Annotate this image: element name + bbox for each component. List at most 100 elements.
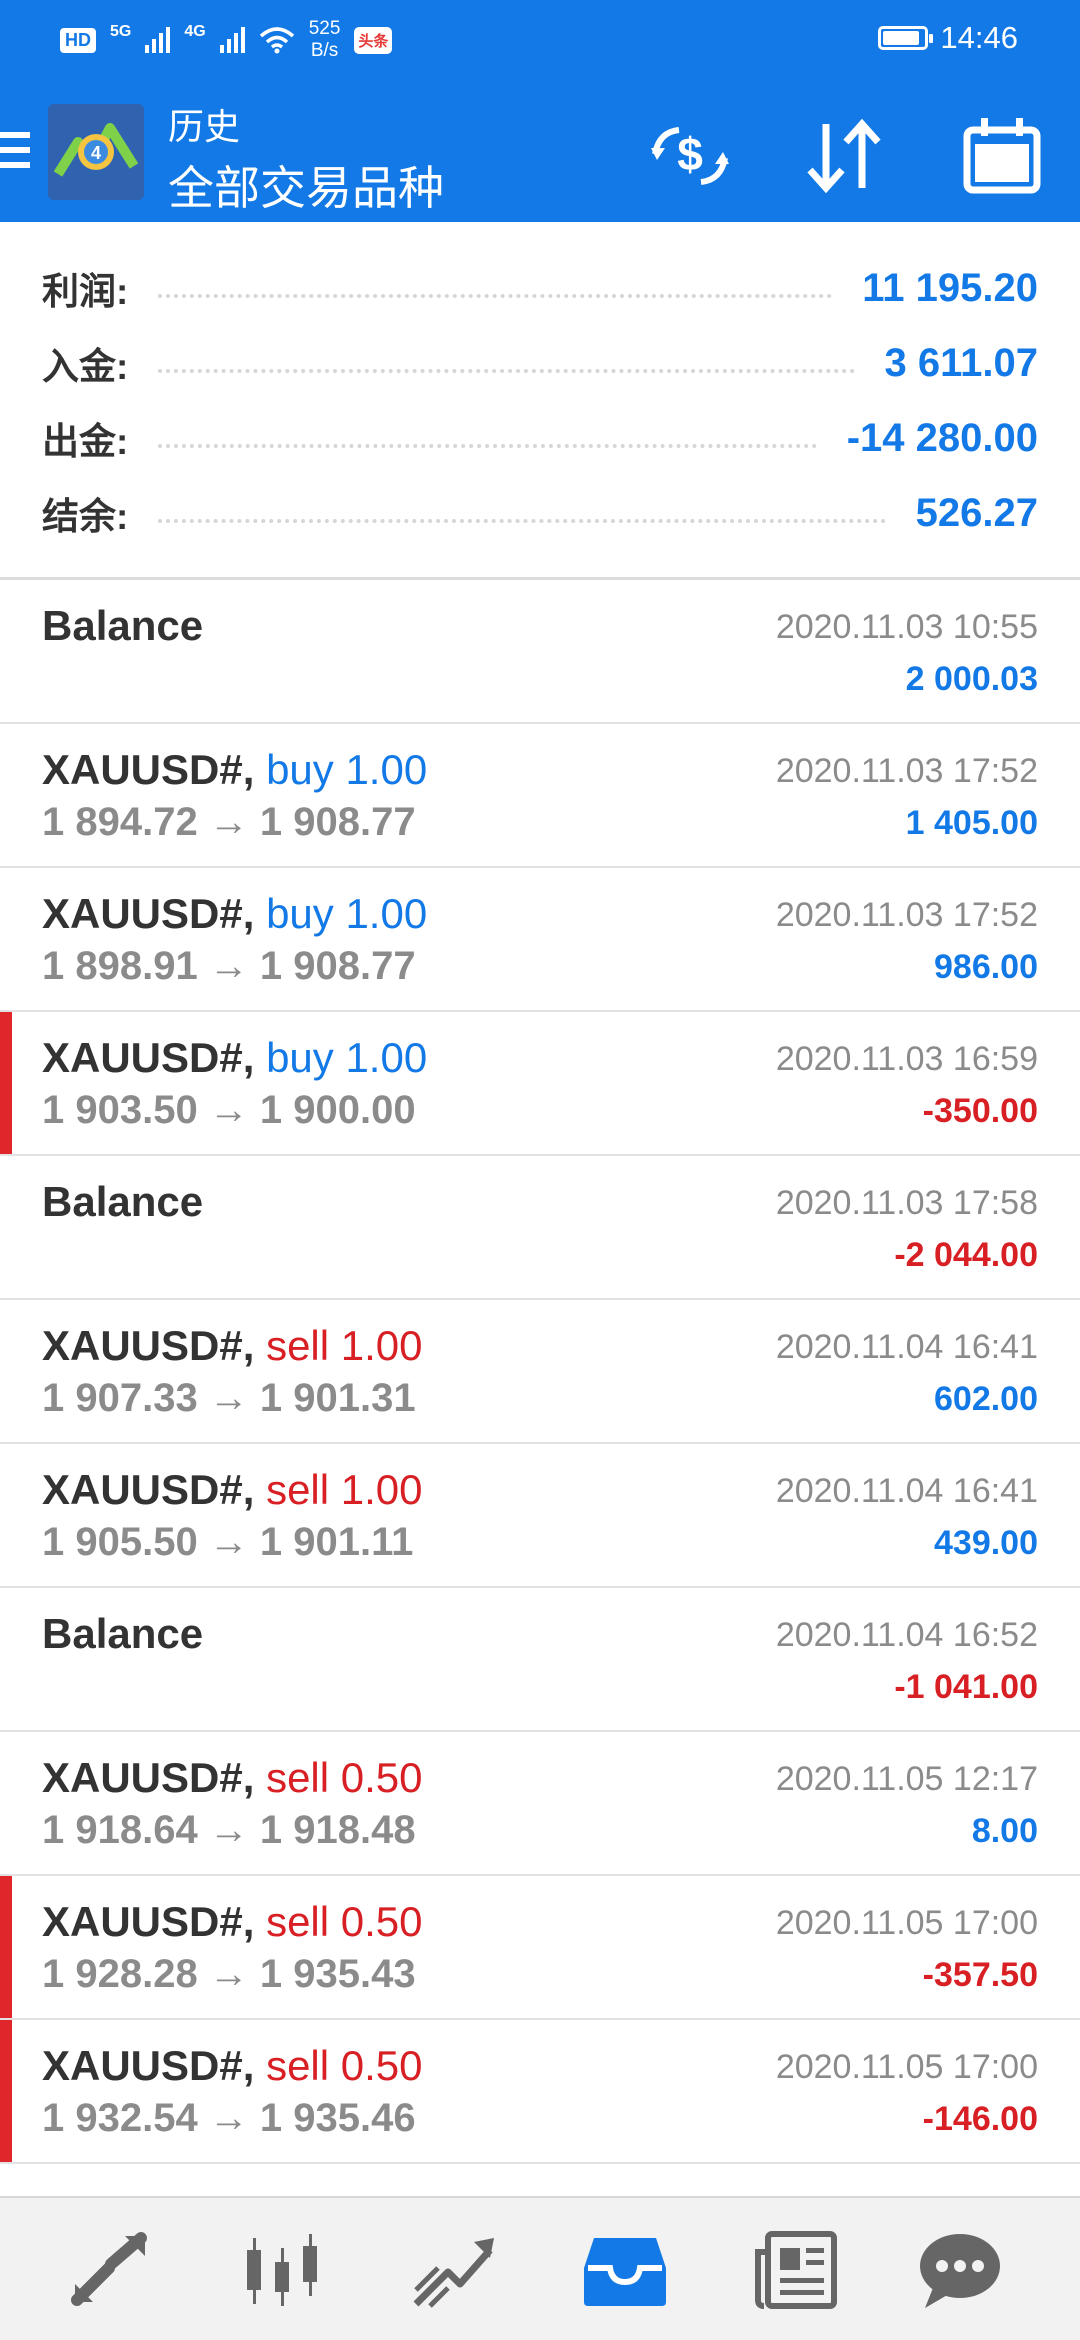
- row-date: 2020.11.04 16:41: [775, 1472, 1038, 1510]
- network-5g-label: 5G: [110, 23, 132, 40]
- summary-value: 3 611.07: [884, 340, 1039, 385]
- row-prices: 1 932.54 → 1 935.46: [42, 2096, 416, 2140]
- row-title: XAUUSD#, sell 1.00: [42, 1466, 423, 1514]
- symbol-filter-label[interactable]: 全部交易品种: [168, 152, 444, 218]
- row-profit: -1 041.00: [894, 1668, 1038, 1706]
- trade-row[interactable]: XAUUSD#, buy 1.00 1 894.72 → 1 908.77 2020…: [0, 724, 1080, 868]
- row-title: XAUUSD#, buy 1.00: [42, 890, 427, 938]
- balance-row[interactable]: Balance 2020.11.03 17:58 -2 044.00: [0, 1156, 1080, 1300]
- row-title: XAUUSD#, sell 0.50: [42, 1898, 423, 1946]
- balance-row[interactable]: Balance 2020.11.04 16:52 -1 041.00: [0, 1588, 1080, 1732]
- row-profit: -350.00: [922, 1092, 1038, 1130]
- trade-row[interactable]: XAUUSD#, sell 0.50 1 932.54 → 1 935.46 202…: [0, 2020, 1080, 2164]
- network-4g-label: 4G: [184, 23, 206, 40]
- row-profit: 8.00: [971, 1812, 1038, 1850]
- trade-row[interactable]: XAUUSD#, sell 0.50 1 918.64 → 1 918.48 202…: [0, 1732, 1080, 1876]
- row-symbol: XAUUSD#,: [42, 746, 255, 793]
- summary-value: 526.27: [915, 490, 1038, 535]
- row-symbol: XAUUSD#,: [42, 1754, 255, 1801]
- summary-label: 结余:: [42, 496, 129, 537]
- row-date: 2020.11.04 16:41: [775, 1328, 1038, 1366]
- summary-value: 11 195.20: [862, 265, 1038, 310]
- row-title: XAUUSD#, sell 1.00: [42, 1322, 423, 1370]
- news-icon[interactable]: [752, 2228, 842, 2312]
- row-title: XAUUSD#, sell 0.50: [42, 2042, 423, 2090]
- calendar-icon[interactable]: [957, 116, 1047, 196]
- chat-icon[interactable]: [915, 2228, 1005, 2312]
- row-prices: 1 918.64 → 1 918.48: [42, 1808, 416, 1852]
- quotes-icon[interactable]: [65, 2228, 155, 2312]
- row-symbol: XAUUSD#,: [42, 1034, 255, 1081]
- row-title: XAUUSD#, buy 1.00: [42, 1034, 427, 1082]
- sort-icon[interactable]: [800, 116, 890, 196]
- chart-icon[interactable]: [237, 2228, 327, 2312]
- app-bar: 4 历史 全部交易品种 $: [0, 92, 1080, 222]
- history-icon[interactable]: [580, 2228, 670, 2312]
- row-side: sell 0.50: [266, 1754, 423, 1801]
- row-title: XAUUSD#, sell 0.50: [42, 1754, 423, 1802]
- summary-label: 入金:: [42, 346, 129, 387]
- row-profit: 986.00: [934, 948, 1038, 986]
- clock: 14:46: [940, 20, 1018, 55]
- trade-row[interactable]: XAUUSD#, buy 1.00 1 898.91 → 1 908.77 2020…: [0, 868, 1080, 1012]
- row-date: 2020.11.05 17:00: [775, 2048, 1038, 2086]
- row-date: 2020.11.03 17:58: [775, 1184, 1038, 1222]
- row-prices: 1 898.91 → 1 908.77: [42, 944, 416, 988]
- summary-profit-row: 利润: 11 195.20: [42, 258, 1038, 318]
- svg-text:4: 4: [91, 143, 101, 163]
- trade-row[interactable]: XAUUSD#, buy 1.00 1 903.50 → 1 900.00 2020…: [0, 1012, 1080, 1156]
- summary-label: 利润:: [42, 271, 129, 312]
- row-title: Balance: [42, 602, 203, 650]
- row-title: Balance: [42, 1610, 203, 1658]
- summary-panel: 利润: 11 195.20 入金: 3 611.07 出金: -14 280.0…: [0, 222, 1080, 580]
- currency-swap-icon[interactable]: $: [645, 116, 735, 196]
- summary-balance-row: 结余: 526.27: [42, 483, 1038, 543]
- row-side: buy 1.00: [266, 890, 428, 937]
- balance-row[interactable]: Balance 2020.11.03 10:55 2 000.03: [0, 580, 1080, 724]
- row-profit: -2 044.00: [894, 1236, 1038, 1274]
- row-symbol: Balance: [42, 602, 204, 649]
- trade-row[interactable]: XAUUSD#, sell 1.00 1 907.33 → 1 901.31 202…: [0, 1300, 1080, 1444]
- news-app-badge: 头条: [354, 26, 393, 54]
- speed-value: 525: [308, 18, 341, 39]
- row-prices: 1 903.50 → 1 900.00: [42, 1088, 416, 1132]
- row-symbol: Balance: [42, 1178, 204, 1225]
- summary-deposit-row: 入金: 3 611.07: [42, 333, 1038, 393]
- dotted-leader: [158, 519, 886, 523]
- trade-row[interactable]: XAUUSD#, sell 0.50 1 928.28 → 1 935.43 202…: [0, 1876, 1080, 2020]
- row-profit: -146.00: [922, 2100, 1038, 2138]
- row-date: 2020.11.03 10:55: [775, 608, 1038, 646]
- network-speed: 525 B/s: [309, 18, 341, 62]
- bottom-nav: [0, 2196, 1080, 2340]
- row-prices: 1 905.50 → 1 901.11: [42, 1520, 414, 1564]
- battery-icon: [878, 26, 934, 50]
- row-side: sell 1.00: [266, 1322, 423, 1369]
- trade-row[interactable]: XAUUSD#, sell 1.00 1 905.50 → 1 901.11 202…: [0, 1444, 1080, 1588]
- row-profit: 2 000.03: [905, 660, 1038, 698]
- row-side: buy 1.00: [266, 746, 428, 793]
- row-symbol: XAUUSD#,: [42, 890, 255, 937]
- row-profit: 439.00: [934, 1524, 1038, 1562]
- menu-icon[interactable]: [0, 132, 30, 176]
- summary-value: -14 280.00: [846, 415, 1038, 460]
- page-title: 历史: [168, 106, 241, 147]
- row-symbol: Balance: [42, 1610, 204, 1657]
- hd-indicator: HD: [60, 27, 96, 53]
- row-date: 2020.11.03 17:52: [775, 752, 1038, 790]
- speed-unit: B/s: [310, 40, 339, 61]
- row-date: 2020.11.04 16:52: [775, 1616, 1038, 1654]
- trade-icon[interactable]: [408, 2228, 498, 2312]
- header: HD 5G 4G 525 B/s 头条 14:46 4 历史 全部交易品种 $: [0, 0, 1080, 222]
- svg-text:$: $: [677, 128, 703, 180]
- row-side: sell 1.00: [266, 1466, 423, 1513]
- row-symbol: XAUUSD#,: [42, 2042, 255, 2089]
- row-side: buy 1.00: [266, 1034, 428, 1081]
- row-profit: 1 405.00: [905, 804, 1038, 842]
- row-prices: 1 894.72 → 1 908.77: [42, 800, 416, 844]
- row-side: sell 0.50: [266, 1898, 423, 1945]
- row-profit: -357.50: [922, 1956, 1038, 1994]
- row-symbol: XAUUSD#,: [42, 1322, 255, 1369]
- signal-icon-2: [219, 27, 245, 53]
- summary-withdrawal-row: 出金: -14 280.00: [42, 408, 1038, 468]
- row-title: XAUUSD#, buy 1.00: [42, 746, 427, 794]
